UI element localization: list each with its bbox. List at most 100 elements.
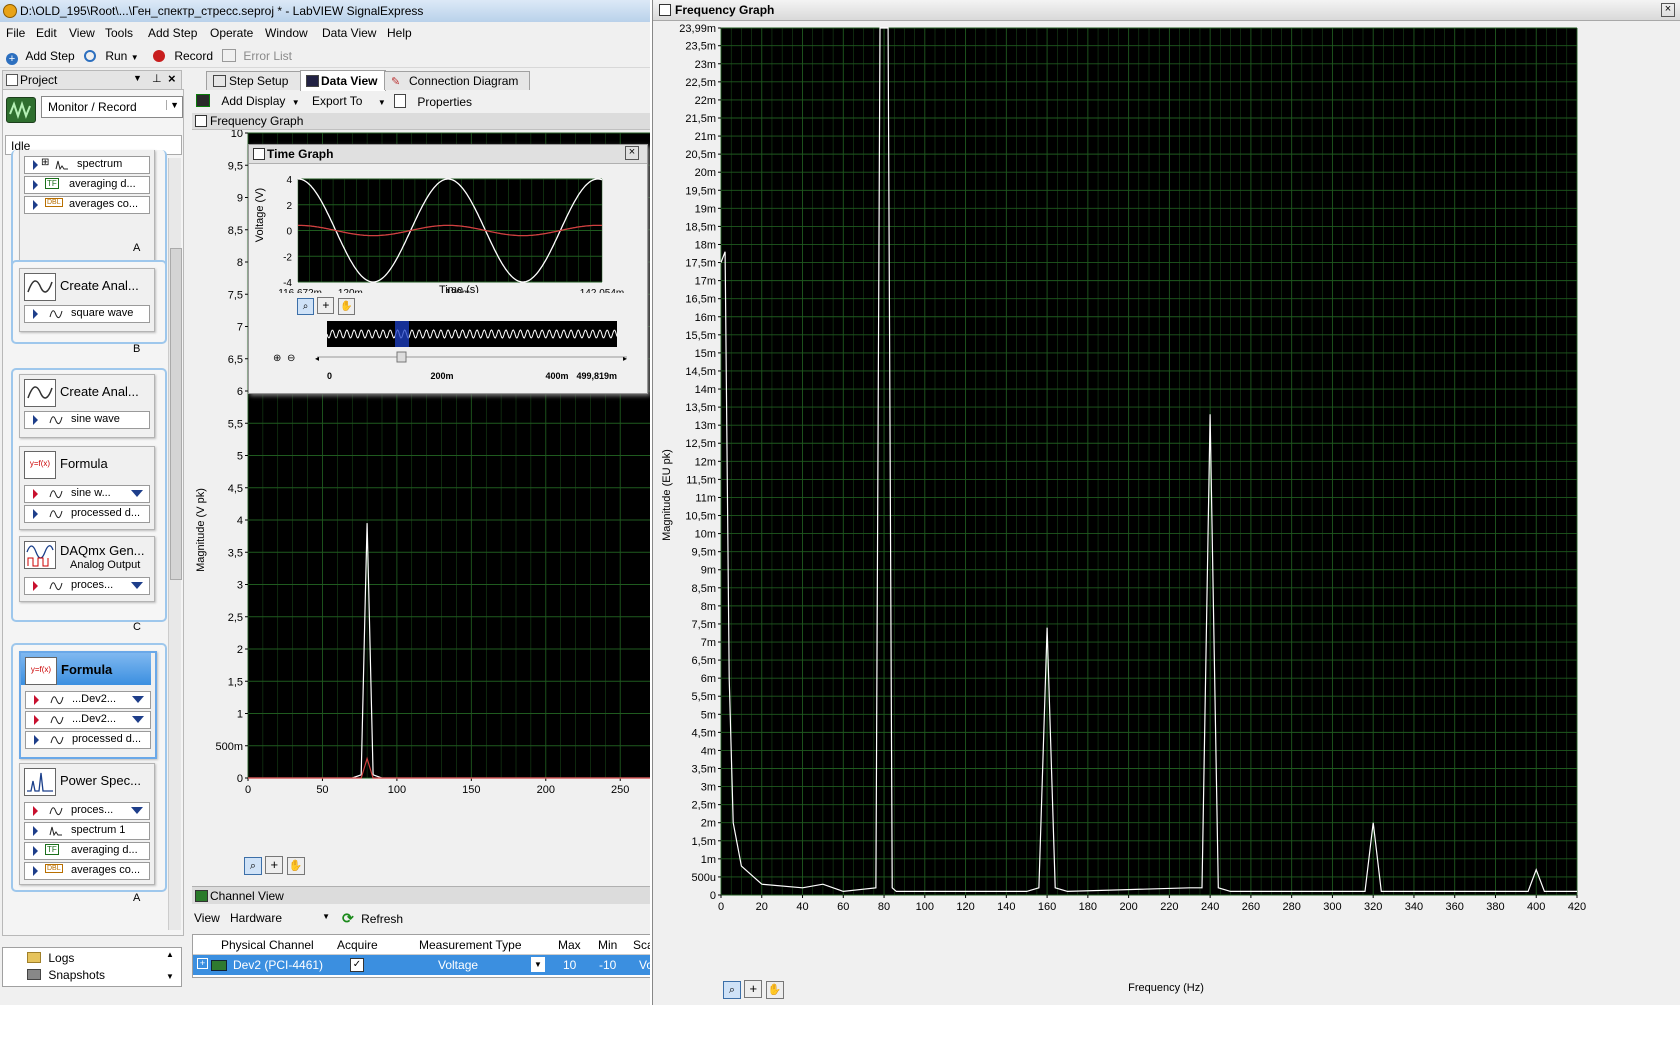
pan-icon[interactable]: ✋ xyxy=(337,298,355,315)
pin-icon[interactable]: ⊥ xyxy=(152,72,162,85)
io-row-averaging-done[interactable]: TF averaging d... xyxy=(24,842,150,860)
menu-add-step[interactable]: Add Step xyxy=(148,26,197,40)
io-row-dev2-b[interactable]: ...Dev2... xyxy=(25,711,151,729)
x-tick-label: 320 xyxy=(1364,901,1382,913)
menu-bar: File Edit View Tools Add Step Operate Wi… xyxy=(0,23,650,44)
io-row-spectrum-1[interactable]: spectrum 1 xyxy=(24,822,150,840)
frequency-graph-window[interactable]: Frequency Graph × Magnitude (EU pk) Freq… xyxy=(652,0,1680,1005)
table-row[interactable]: + Dev2 (PCI-4461) ✓ Voltage ▼ 10 -10 Vo xyxy=(193,955,650,975)
mode-select[interactable]: Monitor / Record ▼ xyxy=(41,96,183,118)
group-letter-c: C xyxy=(133,621,141,633)
scroll-down-icon[interactable]: ▼ xyxy=(166,972,174,981)
time-graph-overview[interactable]: ◂ ▸ ⊕ ⊖ 0 200m 400m 499,819m xyxy=(249,317,647,387)
io-row-square-wave[interactable]: square wave xyxy=(24,305,150,323)
io-row-sine-input[interactable]: sine w... xyxy=(24,485,150,503)
io-row-averages-count[interactable]: DBL averages co... xyxy=(24,196,150,214)
graph-palette: ⌕ + ✋ xyxy=(244,856,305,875)
column-physical-channel[interactable]: Physical Channel xyxy=(221,938,314,952)
error-list-icon xyxy=(222,49,236,62)
properties-button[interactable]: Properties xyxy=(394,94,472,109)
tab-data-view[interactable]: Data View xyxy=(300,70,386,91)
add-step-button[interactable]: + Add Step xyxy=(6,49,75,65)
y-tick-label: 3m xyxy=(701,782,716,794)
menu-window[interactable]: Window xyxy=(265,26,308,40)
tree-item-logs[interactable]: Logs xyxy=(27,951,74,965)
output-arrow-icon xyxy=(33,309,38,319)
step-daqmx-generate[interactable]: DAQmx Gen... Analog Output proces... xyxy=(19,536,155,602)
export-to-button[interactable]: Export To ▼ xyxy=(312,94,386,108)
tab-step-setup[interactable]: Step Setup xyxy=(206,71,302,90)
menu-view[interactable]: View xyxy=(69,26,95,40)
io-row-averaging[interactable]: TF averaging d... xyxy=(24,176,150,194)
project-scrollbar[interactable] xyxy=(168,158,182,930)
scrollbar-thumb[interactable] xyxy=(170,248,182,580)
zoom-icon[interactable]: ⌕ xyxy=(244,857,262,875)
io-row-processed[interactable]: processed d... xyxy=(24,505,150,523)
x-tick-label: 150 xyxy=(462,784,480,796)
record-button[interactable]: Record xyxy=(153,49,213,63)
crosshair-icon[interactable]: + xyxy=(317,297,335,314)
scroll-up-icon[interactable]: ▲ xyxy=(166,950,174,959)
column-acquire[interactable]: Acquire xyxy=(337,938,378,952)
expand-icon[interactable]: + xyxy=(197,958,208,969)
crosshair-icon[interactable]: + xyxy=(744,980,763,998)
time-graph-window[interactable]: Time Graph × Voltage (V) Time (s) 4 2 0 -2-… xyxy=(248,144,648,394)
column-max[interactable]: Max xyxy=(558,938,581,952)
chevron-down-icon[interactable] xyxy=(132,716,144,723)
overview-scroll-thumb xyxy=(396,351,407,363)
spectrum-icon xyxy=(55,160,68,170)
hardware-select[interactable]: Hardware ▼ xyxy=(226,908,332,926)
measurement-type-dropdown[interactable]: ▼ xyxy=(531,957,545,972)
title-bar: D:\OLD_195\Root\...\Ген_спектр_стресс.se… xyxy=(0,0,650,22)
menu-edit[interactable]: Edit xyxy=(36,26,57,40)
refresh-button[interactable]: ⟳ Refresh xyxy=(342,910,403,927)
chevron-down-icon[interactable] xyxy=(132,696,144,703)
io-row-proces-input[interactable]: proces... xyxy=(24,802,150,820)
y-tick-label: 9,5m xyxy=(692,547,716,559)
run-button[interactable]: Run ▼ xyxy=(84,49,139,63)
io-row-processed-output[interactable]: proces... xyxy=(24,577,150,595)
column-scale[interactable]: Sca xyxy=(633,938,650,952)
step-create-analog-sine[interactable]: Create Anal... sine wave xyxy=(19,374,155,438)
pane-menu-icon[interactable]: ▼ xyxy=(133,73,142,83)
add-display-icon xyxy=(196,94,210,107)
error-list-button[interactable]: Error List xyxy=(222,49,292,63)
chevron-down-icon[interactable] xyxy=(131,582,143,589)
menu-file[interactable]: File xyxy=(6,26,25,40)
chevron-down-icon[interactable] xyxy=(131,490,143,497)
close-icon[interactable]: × xyxy=(1661,3,1675,17)
chevron-down-icon[interactable] xyxy=(131,807,143,814)
menu-tools[interactable]: Tools xyxy=(105,26,133,40)
menu-data-view[interactable]: Data View xyxy=(322,26,376,40)
menu-help[interactable]: Help xyxy=(387,26,412,40)
step-formula-1[interactable]: y=f(x) Formula sine w... processed d... xyxy=(19,446,155,530)
io-row-processed-data[interactable]: processed d... xyxy=(25,731,151,749)
io-row-sine-wave[interactable]: sine wave xyxy=(24,411,150,429)
io-row-dev2-a[interactable]: ...Dev2... xyxy=(25,691,151,709)
close-icon[interactable]: × xyxy=(625,146,639,160)
zoom-icon[interactable]: ⌕ xyxy=(297,298,314,315)
crosshair-icon[interactable]: + xyxy=(265,856,284,874)
step-formula-2-selected[interactable]: y=f(x) Formula ...Dev2... ...Dev2... pro… xyxy=(19,651,157,759)
zoom-icon[interactable]: ⌕ xyxy=(723,981,741,999)
io-row-spectrum[interactable]: ⊞ spectrum xyxy=(24,156,150,174)
tree-item-snapshots[interactable]: Snapshots xyxy=(27,968,105,982)
tf-icon: TF xyxy=(45,844,59,855)
step-create-analog-square[interactable]: Create Anal... square wave xyxy=(19,268,155,332)
acquire-checkbox[interactable]: ✓ xyxy=(350,958,364,972)
column-min[interactable]: Min xyxy=(598,938,617,952)
x-tick-label: 116,672m xyxy=(278,288,322,293)
menu-operate[interactable]: Operate xyxy=(210,26,253,40)
pan-icon[interactable]: ✋ xyxy=(765,981,784,999)
pan-icon[interactable]: ✋ xyxy=(286,857,305,875)
add-display-button[interactable]: Add Display ▼ xyxy=(196,94,300,108)
io-row-averages-completed[interactable]: DBL averages co... xyxy=(24,862,150,880)
run-icon xyxy=(84,50,96,62)
y-tick-label: 17,5m xyxy=(685,258,716,270)
column-measurement-type[interactable]: Measurement Type xyxy=(419,938,522,952)
tab-connection-diagram[interactable]: ✎ Connection Diagram xyxy=(384,71,530,90)
channel-view-toolbar: View Hardware ▼ ⟳ Refresh xyxy=(192,904,650,932)
workspace-tabs: Step Setup Data View ✎ Connection Diagra… xyxy=(192,70,650,91)
close-pane-icon[interactable]: × xyxy=(168,71,176,86)
step-power-spectrum[interactable]: Power Spec... proces... spectrum 1 TF av… xyxy=(19,763,155,885)
